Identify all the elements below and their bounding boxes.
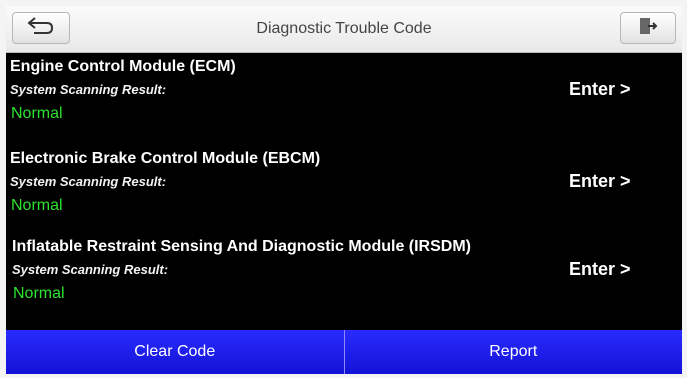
scan-result-label: System Scanning Result: — [10, 174, 167, 189]
module-row-ebcm: Electronic Brake Control Module (EBCM) S… — [6, 150, 682, 234]
dtc-screen: Diagnostic Trouble Code Engine Control M… — [6, 6, 682, 374]
report-button[interactable]: Report — [343, 330, 682, 374]
scan-result-label: System Scanning Result: — [12, 262, 169, 277]
module-row-irsdm: Inflatable Restraint Sensing And Diagnos… — [6, 238, 682, 322]
status-text: Normal — [13, 285, 65, 302]
header-bar: Diagnostic Trouble Code — [6, 6, 682, 53]
back-button[interactable] — [12, 12, 70, 44]
enter-button-irsdm[interactable]: Enter > — [569, 259, 631, 280]
page-title: Diagnostic Trouble Code — [256, 20, 432, 37]
exit-door-icon — [638, 16, 658, 41]
footer-bar: Clear Code Report — [6, 330, 682, 374]
scan-result-label: System Scanning Result: — [10, 82, 167, 97]
module-row-ecm: Engine Control Module (ECM) System Scann… — [6, 58, 682, 142]
enter-button-ecm[interactable]: Enter > — [569, 79, 631, 100]
module-name: Engine Control Module (ECM) — [10, 58, 236, 75]
status-text: Normal — [11, 197, 63, 214]
exit-button[interactable] — [620, 12, 676, 44]
module-name: Electronic Brake Control Module (EBCM) — [10, 150, 321, 167]
module-name: Inflatable Restraint Sensing And Diagnos… — [12, 238, 471, 255]
enter-button-ebcm[interactable]: Enter > — [569, 171, 631, 192]
status-text: Normal — [11, 105, 63, 122]
back-arrow-icon — [26, 16, 56, 41]
clear-code-button[interactable]: Clear Code — [6, 330, 344, 374]
